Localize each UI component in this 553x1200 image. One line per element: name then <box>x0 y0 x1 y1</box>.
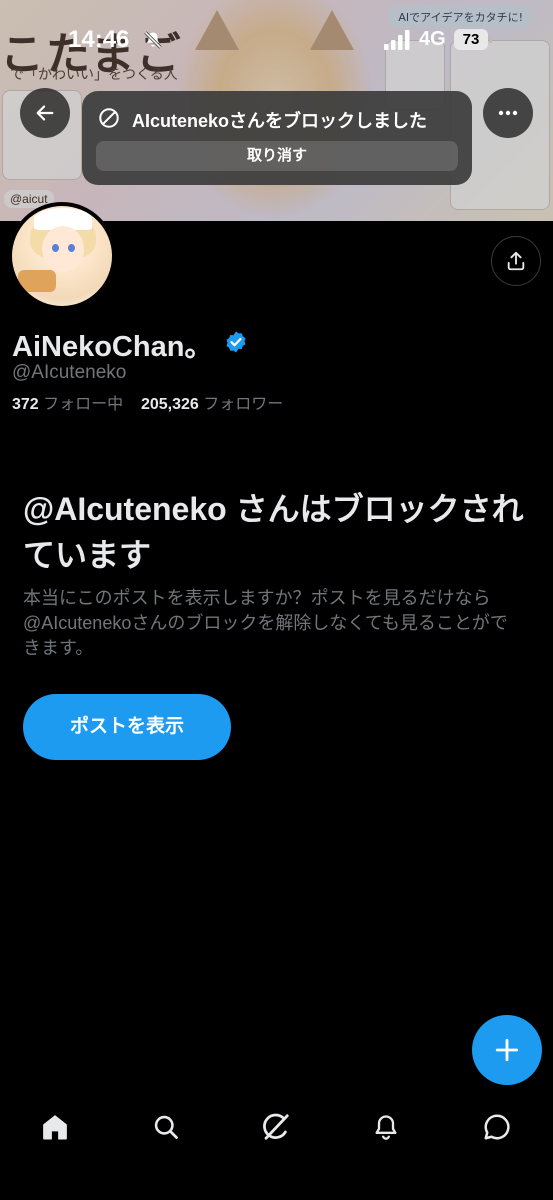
blocked-description: 本当にこのポストを表示しますか？ポストを見るだけなら@AIcutenekoさんの… <box>23 588 508 658</box>
nav-notifications[interactable] <box>369 1110 403 1144</box>
following-count: 372 <box>12 396 39 413</box>
toast-message: AIcutenekoさんをブロックしました <box>132 111 428 131</box>
block-toast: AIcutenekoさんをブロックしました 取り消す <box>82 91 472 185</box>
avatar-face <box>42 226 84 272</box>
bottom-navigation <box>0 1098 553 1158</box>
search-icon <box>154 1115 178 1139</box>
blocked-title: @AIcuteneko さんはブロックされています <box>23 491 524 573</box>
plus-icon <box>495 1038 519 1062</box>
following-link[interactable]: 372 フォロー中 <box>12 396 128 413</box>
nav-home[interactable] <box>38 1110 72 1144</box>
username-handle: @AIcuteneko <box>12 362 127 383</box>
battery-icon: 73 <box>454 29 492 50</box>
share-icon <box>507 251 525 271</box>
more-options-button[interactable] <box>483 88 533 138</box>
back-button[interactable] <box>20 88 70 138</box>
arrow-left-icon <box>36 105 54 121</box>
compose-post-button[interactable] <box>472 1015 542 1085</box>
follow-stats: 372 フォロー中 205,326 フォロワー <box>12 390 283 414</box>
network-type: 4G <box>419 28 446 50</box>
signal-icon <box>384 30 410 50</box>
nav-grok[interactable] <box>259 1110 293 1144</box>
bell-slash-icon <box>144 31 162 49</box>
bell-icon <box>375 1115 397 1140</box>
avatar-cake <box>18 270 56 292</box>
share-button[interactable] <box>491 236 541 286</box>
home-icon <box>43 1115 67 1140</box>
view-posts-button[interactable]: ポストを表示 <box>23 694 231 760</box>
followers-label: フォロワー <box>203 396 284 413</box>
ban-icon <box>99 108 119 128</box>
avatar[interactable] <box>8 202 116 310</box>
followers-count: 205,326 <box>140 396 199 413</box>
followers-link[interactable]: 205,326 フォロワー <box>141 396 283 413</box>
undo-button[interactable]: 取り消す <box>96 141 458 171</box>
status-bar: 14:46 4G 73 <box>0 0 553 80</box>
messages-icon <box>484 1114 510 1140</box>
avatar-eye <box>68 244 75 252</box>
status-time: 14:46 <box>68 26 130 53</box>
display-name: AiNekoChan。 <box>12 331 214 363</box>
avatar-eye <box>52 244 59 252</box>
grok-icon <box>263 1113 289 1140</box>
more-horizontal-icon <box>498 110 518 116</box>
avatar-image <box>12 206 112 306</box>
nav-messages[interactable] <box>480 1110 514 1144</box>
nav-search[interactable] <box>149 1110 183 1144</box>
verified-badge-icon[interactable] <box>224 330 248 354</box>
following-label: フォロー中 <box>43 396 124 413</box>
